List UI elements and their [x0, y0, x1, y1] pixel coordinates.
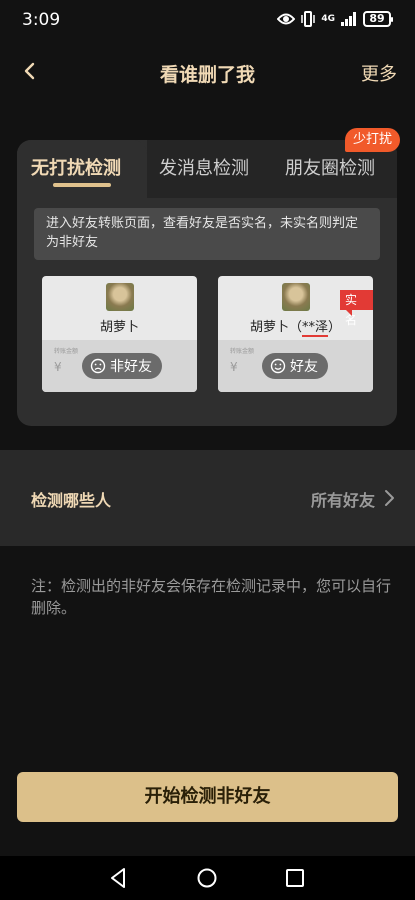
- status-bar: 3:09 4G 89: [0, 0, 415, 40]
- tab-message[interactable]: 发消息检测: [159, 154, 249, 180]
- nav-back-icon[interactable]: [106, 866, 130, 890]
- preview-friend: 胡萝卜（**泽） 转账金额 ¥ 好友 实名: [218, 276, 373, 392]
- eye-icon: [277, 13, 296, 25]
- status-time: 3:09: [22, 10, 61, 30]
- tab-underline: [53, 183, 111, 187]
- name-suffix: ）: [328, 320, 342, 335]
- avatar: [282, 283, 310, 311]
- friend-status: 好友: [262, 353, 328, 379]
- avatar: [106, 283, 134, 311]
- real-name-highlight: **泽: [301, 320, 328, 337]
- preview-name: 胡萝卜: [99, 320, 139, 335]
- less-disturb-badge: 少打扰: [344, 128, 400, 152]
- detect-scope-row[interactable]: 检测哪些人 所有好友: [0, 450, 415, 546]
- amount-label: 转账金额: [54, 348, 79, 355]
- currency-symbol: ¥: [230, 360, 238, 374]
- vibrate-icon: [301, 11, 316, 27]
- signal-icon: [341, 12, 356, 26]
- mode-card: 无打扰检测 发消息检测 朋友圈检测 少打扰 进入好友转账页面，查看好友是否实名，…: [17, 128, 400, 426]
- more-button[interactable]: 更多: [361, 60, 397, 86]
- friend-label: 好友: [290, 359, 318, 375]
- amount-label: 转账金额: [230, 348, 255, 355]
- chevron-right-icon: [385, 490, 394, 506]
- currency-symbol: ¥: [54, 360, 62, 374]
- tab-no-disturb[interactable]: 无打扰检测: [31, 154, 121, 180]
- app-header: 看谁删了我 更多: [0, 48, 415, 98]
- non-friend-status: 非好友: [82, 353, 162, 379]
- network-type: 4G: [321, 14, 335, 24]
- smile-face-icon: [270, 358, 286, 374]
- sad-face-icon: [90, 358, 106, 374]
- nav-home-icon[interactable]: [195, 866, 219, 890]
- preview-non-friend: 胡萝卜 转账金额 ¥ 非好友: [42, 276, 197, 392]
- system-nav-bar: [0, 856, 415, 900]
- battery-indicator: 89: [363, 11, 393, 27]
- start-detection-button[interactable]: 开始检测非好友: [17, 772, 398, 822]
- non-friend-label: 非好友: [110, 359, 152, 375]
- mode-tabs: 无打扰检测 发消息检测 朋友圈检测 少打扰: [17, 128, 400, 198]
- detect-scope-label: 检测哪些人: [31, 491, 112, 510]
- nav-recents-icon[interactable]: [283, 866, 307, 890]
- tab-moments[interactable]: 朋友圈检测: [285, 154, 375, 180]
- real-name-tag: 实名: [340, 290, 373, 327]
- name-prefix: 胡萝卜（: [249, 320, 302, 335]
- note-text: 注：检测出的非好友会保存在检测记录中，您可以自行删除。: [31, 577, 392, 617]
- description-box: 进入好友转账页面，查看好友是否实名，未实名则判定为非好友: [34, 208, 380, 260]
- page-title: 看谁删了我: [159, 64, 255, 86]
- status-icons: 4G 89: [277, 11, 393, 27]
- detect-scope-value: 所有好友: [310, 491, 375, 510]
